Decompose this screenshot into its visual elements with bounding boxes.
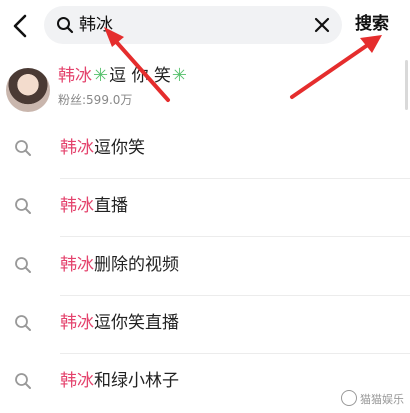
top-bar: 韩冰 搜索 [0,0,410,50]
user-name-part: 逗 [109,66,127,86]
search-icon [15,373,31,389]
suggestion-text: 和绿小林子 [94,371,179,391]
user-name-highlight: 韩冰 [58,66,92,86]
suggestion-text: 逗你笑直播 [94,313,179,333]
search-icon [15,257,31,273]
sparkle-icon: ✳ [93,65,109,86]
user-name-part: 笑 [153,66,171,86]
sparkle-icon: ✳ [171,65,187,86]
search-button[interactable]: 搜索 [355,13,389,35]
follower-count: 粉丝:599.0万 [58,93,133,107]
suggestion-highlight: 韩冰 [60,196,94,216]
suggestion-item[interactable]: 韩冰删除的视频 [0,237,410,296]
search-input[interactable]: 韩冰 [44,6,342,44]
suggestion-highlight: 韩冰 [60,313,94,333]
search-icon [15,315,31,331]
user-name-part: 你 [131,66,149,86]
watermark-text: 猫猫娱乐 [360,393,404,406]
suggestion-text: 逗你笑 [94,138,145,158]
user-result-row[interactable]: 韩冰✳逗 你 笑✳ 粉丝:599.0万 [0,62,410,120]
search-icon [57,17,74,34]
suggestion-text: 删除的视频 [94,255,179,275]
chevron-left-icon [13,14,27,38]
suggestion-item[interactable]: 韩冰逗你笑直播 [0,295,410,354]
watermark: 猫猫娱乐 [341,390,404,407]
clear-icon[interactable] [314,17,330,33]
user-name: 韩冰✳逗 你 笑✳ [58,64,188,88]
suggestion-text: 直播 [94,196,128,216]
search-icon [15,140,31,156]
suggestion-highlight: 韩冰 [60,255,94,275]
search-icon [15,198,31,214]
back-button[interactable] [8,12,34,40]
watermark-logo-icon [341,390,357,406]
suggestion-highlight: 韩冰 [60,138,94,158]
suggestion-item[interactable]: 韩冰直播 [0,178,410,237]
suggestion-item[interactable]: 韩冰逗你笑 [0,120,410,179]
avatar [6,68,50,112]
search-query-text: 韩冰 [79,15,113,35]
scrollbar[interactable] [405,60,408,110]
suggestion-highlight: 韩冰 [60,371,94,391]
